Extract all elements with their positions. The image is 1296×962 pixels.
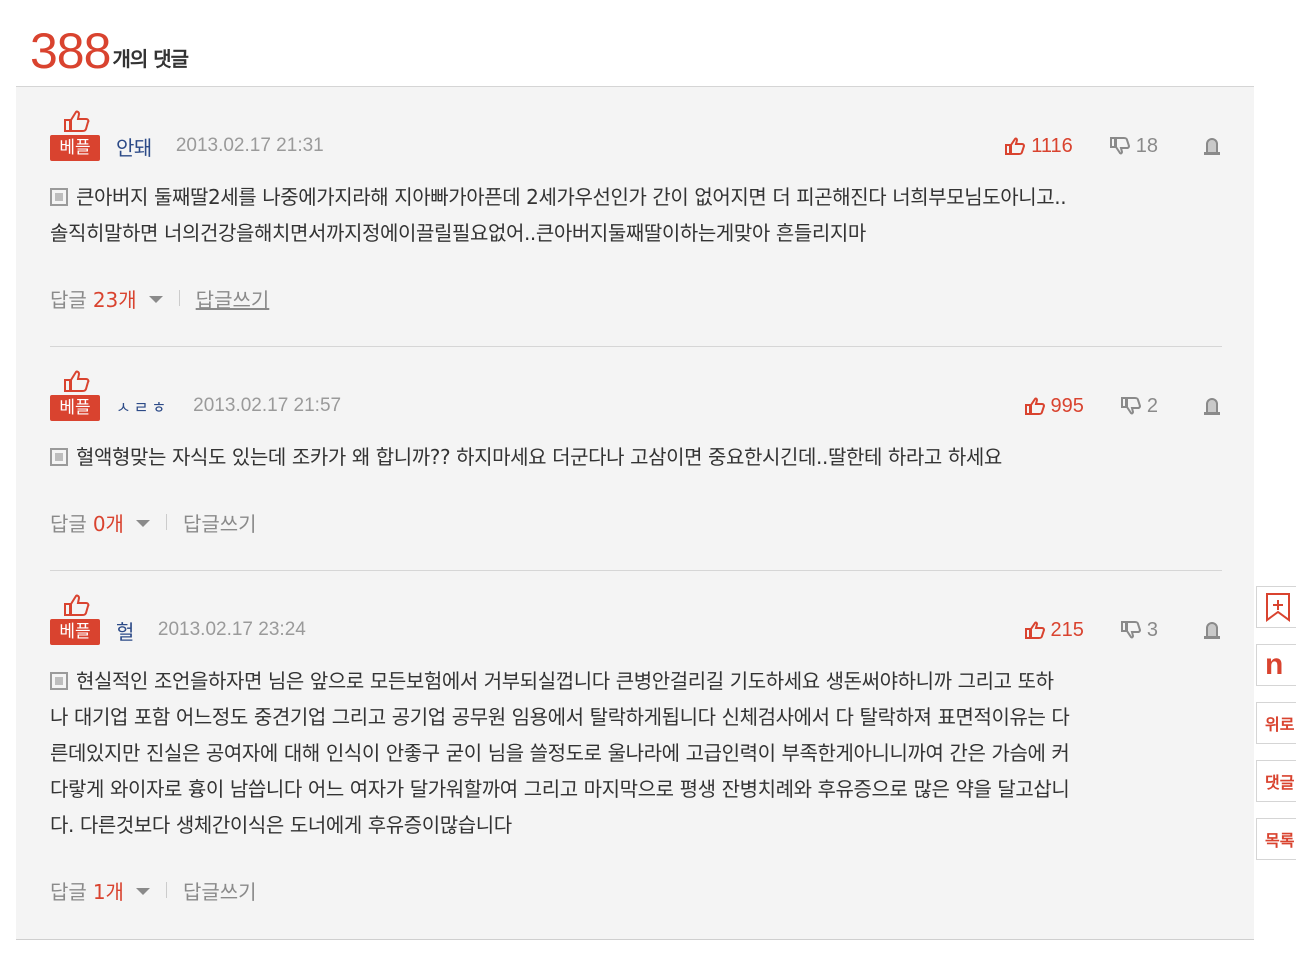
- report-siren-icon: [1204, 398, 1220, 415]
- thumbs-up-icon: [1024, 621, 1045, 639]
- comment-list: 베플 안돼 2013.02.17 21:31 1116 18 큰아버지 둘째딸2…: [16, 86, 1254, 940]
- vote-controls: 1116 18: [1004, 131, 1222, 161]
- reply-count: 0개: [92, 511, 124, 536]
- reply-count: 1개: [92, 879, 124, 904]
- comment-actions: 답글 23개 답글쓰기: [50, 283, 269, 313]
- scroll-top-label: 위로: [1265, 715, 1295, 734]
- report-button[interactable]: [1202, 620, 1222, 640]
- comment-text-line: 현실적인 조언을하자면 님은 앞으로 모든보험에서 거부되실껍니다 큰병안걸리길…: [76, 669, 1054, 693]
- thumbs-up-icon: [64, 594, 90, 616]
- comment-text-line: 솔직히말하면 너의건강을해치면서까지정에이끌릴필요없어..큰아버지둘째딸이하는게…: [50, 221, 866, 245]
- best-label: 베플: [50, 619, 100, 645]
- write-reply-link[interactable]: 답글쓰기: [183, 876, 257, 905]
- reply-toggle[interactable]: 답글 1개: [50, 876, 150, 905]
- comment-item: 베플 ㅅㄹㅎ 2013.02.17 21:57 995 2 혈액형맞는 자식도 …: [50, 347, 1222, 571]
- best-comment-badge: 베플: [50, 109, 100, 161]
- comment-meta: 안돼 2013.02.17 21:31: [116, 131, 324, 161]
- scroll-top-button[interactable]: 위로: [1256, 702, 1296, 744]
- reply-label: 답글: [50, 511, 87, 536]
- chevron-down-icon: [135, 888, 150, 895]
- best-label: 베플: [50, 395, 100, 421]
- report-siren-icon: [1204, 138, 1220, 155]
- thumbs-up-icon: [1005, 137, 1026, 155]
- report-button[interactable]: [1202, 396, 1222, 416]
- comment-item: 베플 안돼 2013.02.17 21:31 1116 18 큰아버지 둘째딸2…: [50, 87, 1222, 347]
- comment-author[interactable]: 안돼: [116, 132, 152, 161]
- comments-button[interactable]: 댓글: [1256, 760, 1296, 802]
- reply-label: 답글: [50, 287, 87, 312]
- divider: [165, 882, 167, 898]
- divider: [178, 290, 180, 306]
- best-comment-badge: 베플: [50, 369, 100, 421]
- thumbs-down-icon: [1120, 621, 1141, 639]
- downvote-button[interactable]: 3: [1120, 619, 1158, 642]
- comment-header: 388 개의 댓글: [30, 16, 189, 79]
- upvote-count: 995: [1050, 394, 1084, 417]
- upvote-count: 215: [1050, 618, 1084, 641]
- comments-label: 댓글: [1265, 773, 1295, 792]
- write-reply-link[interactable]: 답글쓰기: [183, 508, 257, 537]
- reply-label: 답글: [50, 879, 87, 904]
- comment-meta: 헐 2013.02.17 23:24: [116, 615, 306, 645]
- downvote-count: 18: [1135, 134, 1158, 157]
- upvote-count: 1116: [1031, 134, 1073, 157]
- best-label: 베플: [50, 135, 100, 161]
- divider: [165, 514, 167, 530]
- thumbs-up-icon: [1024, 397, 1045, 415]
- comment-meta: ㅅㄹㅎ 2013.02.17 21:57: [116, 391, 341, 421]
- downvote-count: 3: [1146, 618, 1158, 641]
- comment-count: 388: [30, 23, 111, 79]
- naver-share-button[interactable]: n: [1256, 644, 1296, 686]
- reply-toggle[interactable]: 답글 0개: [50, 508, 150, 537]
- thumbs-up-icon: [64, 110, 90, 132]
- document-icon: [50, 672, 68, 690]
- comment-date: 2013.02.17 21:57: [193, 395, 342, 416]
- vote-controls: 995 2: [1024, 391, 1223, 421]
- comment-count-label: 개의 댓글: [112, 47, 189, 71]
- upvote-button[interactable]: 995: [1024, 395, 1084, 418]
- report-siren-icon: [1204, 622, 1220, 639]
- comment-text-line: 다. 다른것보다 생체간이식은 도너에게 후유증이많습니다: [50, 813, 512, 837]
- bookmark-button[interactable]: [1256, 586, 1296, 628]
- naver-n-icon: n: [1265, 648, 1284, 681]
- comment-text-line: 나 대기업 포함 어느정도 중견기업 그리고 공기업 공무원 임용에서 탈락하게…: [50, 705, 1070, 729]
- thumbs-down-icon: [1120, 397, 1141, 415]
- comment-body: 큰아버지 둘째딸2세를 나중에가지라해 지아빠가아픈데 2세가우선인가 간이 없…: [50, 179, 1067, 251]
- comment-author[interactable]: ㅅㄹㅎ: [116, 394, 169, 418]
- vote-controls: 215 3: [1024, 615, 1223, 645]
- upvote-button[interactable]: 1116: [1004, 135, 1073, 158]
- comment-actions: 답글 0개 답글쓰기: [50, 507, 257, 537]
- downvote-button[interactable]: 2: [1120, 395, 1158, 418]
- comment-date: 2013.02.17 23:24: [157, 619, 306, 640]
- comment-item: 베플 헐 2013.02.17 23:24 215 3 현실적인 조언을하자면 …: [50, 571, 1222, 941]
- list-label: 목록: [1265, 831, 1295, 850]
- comment-author[interactable]: 헐: [116, 616, 134, 645]
- document-icon: [50, 188, 68, 206]
- report-button[interactable]: [1202, 136, 1222, 156]
- comment-actions: 답글 1개 답글쓰기: [50, 875, 257, 905]
- list-button[interactable]: 목록: [1256, 818, 1296, 860]
- write-reply-link[interactable]: 답글쓰기: [196, 284, 270, 313]
- upvote-button[interactable]: 215: [1024, 619, 1084, 642]
- comment-body: 혈액형맞는 자식도 있는데 조카가 왜 합니까?? 하지마세요 더군다나 고삼이…: [50, 439, 1002, 475]
- best-comment-badge: 베플: [50, 593, 100, 645]
- comment-text-line: 다랗게 와이자로 흉이 남씁니다 어느 여자가 달가워할까여 그리고 마지막으로…: [50, 777, 1070, 801]
- reply-toggle[interactable]: 답글 23개: [50, 284, 163, 313]
- chevron-down-icon: [135, 520, 150, 527]
- comment-text-line: 른데있지만 진실은 공여자에 대해 인식이 안좋구 굳이 님을 쓸정도로 울나라…: [50, 741, 1070, 765]
- chevron-down-icon: [148, 296, 163, 303]
- comment-date: 2013.02.17 21:31: [175, 135, 324, 156]
- comment-body: 현실적인 조언을하자면 님은 앞으로 모든보험에서 거부되실껍니다 큰병안걸리길…: [50, 663, 1070, 843]
- comment-text-line: 큰아버지 둘째딸2세를 나중에가지라해 지아빠가아픈데 2세가우선인가 간이 없…: [76, 185, 1067, 209]
- reply-count: 23개: [92, 287, 137, 312]
- comment-text-line: 혈액형맞는 자식도 있는데 조카가 왜 합니까?? 하지마세요 더군다나 고삼이…: [76, 445, 1002, 469]
- document-icon: [50, 448, 68, 466]
- thumbs-down-icon: [1109, 137, 1130, 155]
- thumbs-up-icon: [64, 370, 90, 392]
- downvote-button[interactable]: 18: [1109, 135, 1158, 158]
- bookmark-add-icon: [1266, 593, 1290, 622]
- downvote-count: 2: [1146, 394, 1158, 417]
